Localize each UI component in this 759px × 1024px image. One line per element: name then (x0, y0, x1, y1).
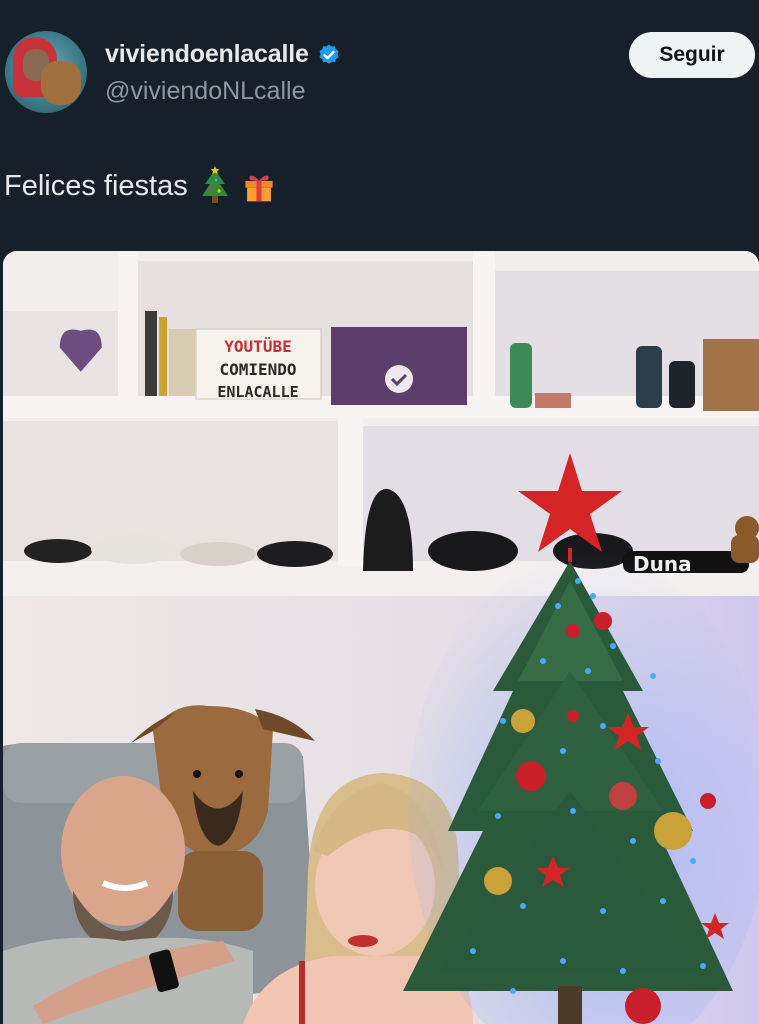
tweet-header: viviendoenlacalle @viviendoNLcalle Segui… (0, 0, 759, 130)
dark-bottle (636, 346, 662, 408)
green-bottle (510, 343, 532, 408)
author-display-name[interactable]: viviendoenlacalle (105, 40, 309, 69)
avatar-dog (41, 61, 81, 105)
svg-text:COMIENDO: COMIENDO (219, 360, 296, 379)
photo-canvas: YOUTÜBE COMIENDO ENLACALLE Duna (3, 251, 759, 1024)
follow-button[interactable]: Seguir (629, 32, 755, 78)
name-row: viviendoenlacalle (105, 40, 341, 69)
christmas-tree-icon (201, 166, 228, 203)
svg-text:ENLACALLE: ENLACALLE (217, 383, 298, 401)
youtube-sign: YOUTÜBE COMIENDO ENLACALLE (195, 328, 322, 401)
wooden-portrait (703, 339, 759, 411)
shelf-cubby-1 (3, 311, 118, 396)
profile-avatar[interactable] (5, 31, 87, 113)
tweet-text: Felices fiestas (4, 166, 276, 206)
tweet-photo[interactable]: YOUTÜBE COMIENDO ENLACALLE Duna (3, 251, 759, 1024)
verified-badge-icon (319, 44, 339, 64)
purple-award-box (331, 327, 467, 405)
tweet-text-content: Felices fiestas (4, 169, 188, 202)
gift-icon (245, 175, 273, 202)
author-handle[interactable]: @viviendoNLcalle (105, 77, 305, 106)
svg-text:YOUTÜBE: YOUTÜBE (224, 337, 291, 356)
